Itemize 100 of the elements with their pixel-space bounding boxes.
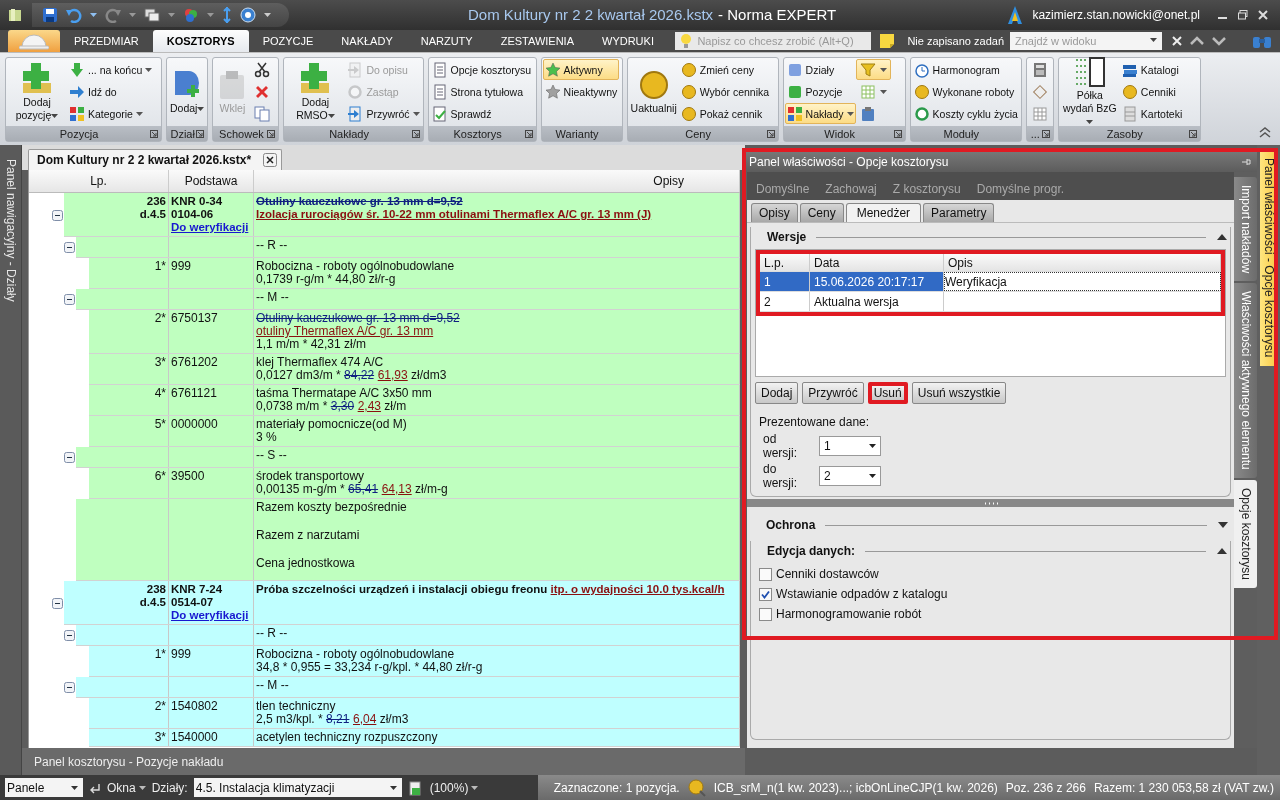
side-tab[interactable]: Import nakładów bbox=[1234, 177, 1257, 282]
palette-icon[interactable] bbox=[183, 7, 199, 23]
ribbon-button[interactable]: Pozycje bbox=[784, 81, 856, 102]
windows-icon[interactable] bbox=[144, 7, 160, 23]
ribbon-tab[interactable]: NARZUTY bbox=[406, 30, 487, 52]
ribbon-button[interactable]: Dodaj pozycję bbox=[7, 60, 67, 124]
document-tab[interactable]: Dom Kultury nr 2 2 kwartał 2026.kstx* bbox=[28, 149, 283, 170]
collapse-icon[interactable] bbox=[1216, 547, 1228, 555]
navigation-panel-tab[interactable]: Panel nawigacyjny - Działy bbox=[3, 159, 18, 775]
button[interactable]: Dodaj bbox=[755, 382, 799, 404]
dialog-launcher-icon[interactable] bbox=[150, 130, 158, 138]
return-arrow-icon[interactable] bbox=[89, 781, 101, 794]
coin-search-icon[interactable] bbox=[687, 778, 706, 797]
undo-icon[interactable] bbox=[66, 7, 82, 23]
ribbon-button[interactable]: Nakłady bbox=[784, 103, 856, 124]
redo-icon[interactable] bbox=[105, 7, 121, 23]
ribbon-button[interactable]: Przywróć bbox=[345, 103, 422, 124]
dialog-launcher-icon[interactable] bbox=[267, 130, 276, 138]
group-row[interactable]: -- R -- bbox=[76, 625, 740, 646]
ribbon-button[interactable]: Katalogi bbox=[1119, 59, 1185, 80]
position-row[interactable]: 238 d.4.5 KNR 7-24 0514-07 Do weryfikacji Próba szczelności urządzeń i instalacji obiegu freonu itp. o wydajności 10.0 tys.kcal/h bbox=[64, 581, 740, 625]
resource-row[interactable]: 3* 6761202 klej Thermaflex 474 A/C 0,0127 dm3/m * 84,22 61,93 zł/dm3 bbox=[89, 354, 740, 385]
collapse-icon[interactable] bbox=[64, 630, 75, 641]
dialog-launcher-icon[interactable] bbox=[893, 130, 902, 138]
ribbon-button[interactable]: Sprawdź bbox=[429, 103, 534, 124]
side-tab[interactable]: Właściwości aktywnego elementu bbox=[1234, 283, 1257, 478]
table-row[interactable]: 1 15.06.2026 20:17:17 Weryfikacja bbox=[760, 272, 1221, 292]
dialog-launcher-icon[interactable] bbox=[524, 130, 533, 138]
chevron-down-icon[interactable] bbox=[1212, 36, 1226, 46]
dialog-launcher-icon[interactable] bbox=[196, 130, 205, 138]
ribbon-button[interactable]: Kategorie bbox=[67, 103, 155, 124]
dialog-launcher-icon[interactable] bbox=[1188, 130, 1197, 138]
group-row[interactable]: -- M -- bbox=[76, 289, 740, 310]
resource-row[interactable]: 1* 999 Robocizna - roboty ogólnobudowlane 0,1739 r-g/m * 44,80 zł/r-g bbox=[89, 258, 740, 289]
collapse-icon[interactable] bbox=[64, 242, 75, 253]
ribbon-tab[interactable]: NAKŁADY bbox=[327, 30, 407, 52]
status-link[interactable]: Do weryfikacji bbox=[171, 609, 251, 622]
ribbon-button[interactable]: Opcje kosztorysu bbox=[429, 59, 534, 80]
ribbon-button[interactable]: Dodaj bbox=[168, 67, 207, 117]
dialog-launcher-icon[interactable] bbox=[1041, 130, 1050, 138]
resource-row[interactable]: 5* 0000000 materiały pomocnicze(od M) 3 % bbox=[89, 416, 740, 447]
column-header[interactable]: Opisy bbox=[254, 170, 740, 192]
column-header[interactable]: Opis bbox=[944, 254, 1221, 271]
ribbon-button[interactable]: Wybór cennika bbox=[678, 81, 772, 102]
ribbon-button[interactable]: Zmień ceny bbox=[678, 59, 772, 80]
resource-row[interactable]: 2* 1540802 tlen techniczny 2,5 m3/kpl. * 8,21 6,04 zł/m3 bbox=[89, 698, 740, 729]
ribbon-button[interactable]: Idź do bbox=[67, 81, 155, 102]
ribbon-button[interactable]: Pokaż cennik bbox=[678, 103, 772, 124]
pin-icon[interactable] bbox=[1241, 157, 1251, 167]
collapse-icon[interactable] bbox=[1216, 233, 1228, 241]
chevron-up-icon[interactable] bbox=[1190, 36, 1204, 46]
app-icon[interactable] bbox=[8, 8, 22, 22]
ribbon-button[interactable]: Koszty cyklu życia bbox=[911, 103, 1020, 124]
column-header[interactable]: Lp. bbox=[29, 170, 169, 192]
ribbon-button[interactable]: Wykonane roboty bbox=[911, 81, 1020, 102]
table-row[interactable]: 2 Aktualna wersja bbox=[760, 292, 1221, 312]
ribbon-tab[interactable]: ZESTAWIENIA bbox=[486, 30, 588, 52]
resource-row[interactable]: 4* 6761121 taśma Thermatape A/C 3x50 mm 0,0738 m/m * 3,30 2,43 zł/m bbox=[89, 385, 740, 416]
find-field[interactable]: Znajdź w widoku bbox=[1010, 32, 1162, 50]
version-dropdown[interactable]: 2 bbox=[819, 466, 881, 486]
section-dropdown[interactable]: 4.5. Instalacja klimatyzacji bbox=[193, 778, 402, 797]
collapse-ribbon-icon[interactable] bbox=[1259, 126, 1271, 138]
ribbon-button[interactable]: ... na końcu bbox=[67, 59, 155, 80]
panel-tab[interactable]: Parametry bbox=[923, 203, 995, 222]
help-icon[interactable] bbox=[240, 7, 256, 23]
checkbox[interactable] bbox=[759, 567, 772, 581]
version-dropdown[interactable]: 1 bbox=[819, 436, 881, 456]
ribbon-button[interactable]: Działy bbox=[784, 59, 856, 80]
help-search-field[interactable]: Napisz co chcesz zrobić (Alt+Q) bbox=[675, 32, 872, 50]
collapse-icon[interactable] bbox=[52, 597, 63, 609]
ribbon-button[interactable]: Harmonogram bbox=[911, 59, 1020, 80]
column-header[interactable]: Data bbox=[810, 254, 944, 271]
resource-row[interactable]: 6* 39500 środek transportowy 0,00135 m-g/m * 65,41 64,13 zł/m-g bbox=[89, 468, 740, 499]
close-icon[interactable] bbox=[263, 153, 278, 167]
ribbon-button[interactable]: Dodaj RMSO bbox=[285, 60, 346, 124]
group-row[interactable]: -- S -- bbox=[76, 447, 740, 468]
dialog-launcher-icon[interactable] bbox=[766, 130, 775, 138]
document-icon[interactable] bbox=[407, 779, 424, 796]
expand-icon[interactable] bbox=[1217, 521, 1229, 529]
ribbon-button[interactable]: Cenniki bbox=[1119, 81, 1185, 102]
button[interactable]: Przywróć bbox=[802, 382, 864, 404]
ribbon-tab[interactable]: POZYCJE bbox=[248, 30, 328, 52]
bottom-panel-tab[interactable]: Panel kosztorysu - Pozycje nakładu bbox=[34, 754, 224, 769]
sticky-note-icon[interactable] bbox=[879, 33, 896, 49]
panel-tab[interactable]: Menedżer bbox=[845, 203, 922, 222]
resource-row[interactable]: 2* 6750137 Otuliny kauczukowe gr. 13 mm d=9,52 otuliny Thermaflex A/C gr. 13 mm 1,1 m/m * 42,31 zł/m bbox=[89, 310, 740, 354]
ribbon-button[interactable]: Półka wydań BzG bbox=[1059, 54, 1120, 130]
collapse-icon[interactable] bbox=[64, 294, 75, 305]
resource-row[interactable]: 1* 999 Robocizna - roboty ogólnobudowlane 34,8 * 0,955 = 33,234 r-g/kpl. * 44,80 zł/r-g bbox=[89, 646, 740, 677]
ribbon-button[interactable]: Nieaktywny bbox=[542, 81, 620, 102]
button[interactable]: Usuń wszystkie bbox=[911, 382, 1007, 404]
checkbox[interactable] bbox=[759, 607, 772, 621]
panel-tab[interactable]: Ceny bbox=[799, 203, 844, 222]
maximize-icon[interactable] bbox=[1238, 10, 1248, 20]
ribbon-tab[interactable]: PRZEDMIAR bbox=[60, 30, 153, 52]
resource-row[interactable]: 3* 1540000 acetylen techniczny rozpuszczony bbox=[89, 729, 740, 747]
side-tab[interactable]: Opcje kosztorysu bbox=[1234, 479, 1257, 588]
ribbon-tab[interactable]: WYDRUKI bbox=[588, 30, 668, 52]
ribbon-button[interactable]: Strona tytułowa bbox=[429, 81, 534, 102]
collapse-icon[interactable] bbox=[64, 682, 75, 693]
